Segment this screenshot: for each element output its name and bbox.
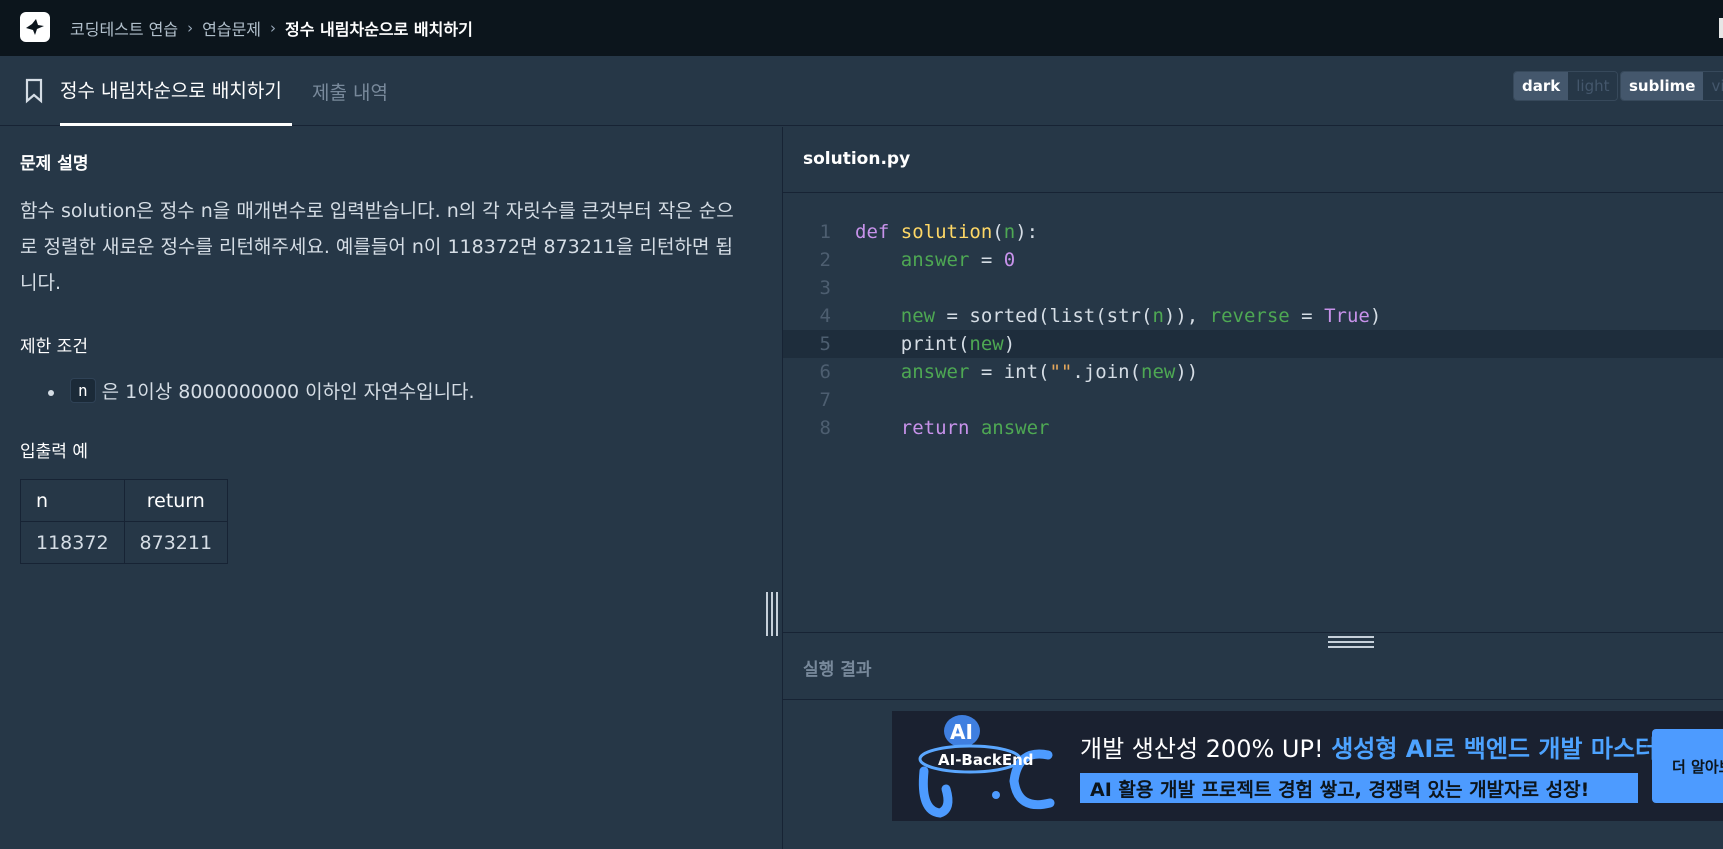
theme-dark-option[interactable]: dark bbox=[1514, 72, 1569, 100]
constraint-text: 은 1이상 8000000000 이하인 자연수입니다. bbox=[101, 381, 475, 403]
constraint-item: n 은 1이상 8000000000 이하인 자연수입니다. bbox=[48, 377, 475, 404]
banner-headline-highlight: 생성형 AI로 백엔드 개발 마스터 bbox=[1331, 735, 1658, 763]
horizontal-resize-handle[interactable] bbox=[1328, 636, 1374, 648]
breadcrumb-item-current: 정수 내림차순으로 배치하기 bbox=[285, 20, 473, 39]
chevron-right-icon: › bbox=[270, 19, 277, 37]
line-number: 8 bbox=[819, 417, 831, 439]
vertical-resize-handle[interactable] bbox=[766, 592, 778, 636]
tab-submissions[interactable]: 제출 내역 bbox=[312, 56, 388, 126]
line-number: 5 bbox=[819, 333, 831, 355]
ai-backend-logo-icon: AI AI-BackEnd bbox=[900, 711, 1060, 821]
banner-headline-plain: 개발 생산성 200% UP! bbox=[1080, 735, 1332, 763]
keymap-vim-option[interactable]: vim bbox=[1703, 72, 1723, 100]
code-line: 3 bbox=[783, 274, 1723, 302]
problem-description: 함수 solution은 정수 n을 매개변수로 입력받습니다. n의 각 자릿… bbox=[20, 200, 734, 294]
code-line: 1 def solution(n): bbox=[783, 218, 1723, 246]
constraints-title: 제한 조건 bbox=[20, 337, 88, 357]
bullet-dot bbox=[48, 390, 54, 396]
table-cell-return: 873211 bbox=[123, 521, 229, 564]
result-label: 실행 결과 bbox=[803, 660, 872, 680]
tab-bar: 정수 내림차순으로 배치하기 제출 내역 dark light sublime … bbox=[0, 56, 1723, 126]
keymap-toggle: sublime vim bbox=[1620, 71, 1723, 101]
code-text: new = sorted(list(str(n)), reverse = Tru… bbox=[900, 305, 1382, 327]
bookmark-icon[interactable] bbox=[24, 78, 44, 104]
code-line: 4 new = sorted(list(str(n)), reverse = T… bbox=[783, 302, 1723, 330]
line-number: 7 bbox=[819, 389, 831, 411]
description-title: 문제 설명 bbox=[20, 154, 89, 174]
line-number: 4 bbox=[819, 305, 831, 327]
code-line-active: 5 print(new) bbox=[783, 330, 1723, 358]
breadcrumb-item-practice[interactable]: 연습문제 bbox=[202, 16, 261, 40]
theme-light-option[interactable]: light bbox=[1568, 72, 1618, 100]
table-cell-n: 118372 bbox=[20, 521, 125, 564]
editor-filename: solution.py bbox=[803, 149, 911, 169]
code-text: def solution(n): bbox=[855, 221, 1039, 243]
svg-text:AI: AI bbox=[950, 720, 973, 744]
result-header: 실행 결과 bbox=[783, 632, 1723, 700]
code-text: print(new) bbox=[855, 333, 1016, 355]
code-line: 6 answer = int("".join(new)) bbox=[783, 358, 1723, 386]
programmers-logo-icon[interactable] bbox=[20, 12, 50, 42]
breadcrumb: 코딩테스트 연습 › 연습문제 › 정수 내림차순으로 배치하기 bbox=[70, 0, 473, 56]
theme-toggle: dark light bbox=[1513, 71, 1619, 101]
keymap-sublime-option[interactable]: sublime bbox=[1621, 72, 1704, 100]
breadcrumb-item-coding-test[interactable]: 코딩테스트 연습 bbox=[70, 16, 178, 40]
table-header-n: n bbox=[20, 479, 125, 522]
table-row: 118372 873211 bbox=[20, 521, 229, 564]
banner-subline: AI 활용 개발 프로젝트 경험 쌓고, 경쟁력 있는 개발자로 성장! bbox=[1080, 773, 1638, 803]
line-number: 2 bbox=[819, 249, 831, 271]
constraint-code: n bbox=[70, 378, 96, 403]
code-editor[interactable]: 1 def solution(n): 2 answer = 0 3 4 new … bbox=[783, 194, 1723, 632]
table-header-return: return bbox=[123, 479, 229, 522]
code-line: 8 return answer bbox=[783, 414, 1723, 442]
problem-panel: 문제 설명 함수 solution은 정수 n을 매개변수로 입력받습니다. n… bbox=[0, 127, 782, 849]
banner-logo-text: AI-BackEnd bbox=[938, 751, 1034, 769]
banner-learn-more-button[interactable]: 더 알아보기 bbox=[1652, 729, 1723, 803]
line-number: 6 bbox=[819, 361, 831, 383]
code-line: 7 bbox=[783, 386, 1723, 414]
line-number: 3 bbox=[819, 277, 831, 299]
banner-headline: 개발 생산성 200% UP! 생성형 AI로 백엔드 개발 마스터 bbox=[1080, 729, 1657, 764]
line-number: 1 bbox=[819, 221, 831, 243]
table-header-row: n return bbox=[20, 479, 229, 522]
top-navigation-bar: 코딩테스트 연습 › 연습문제 › 정수 내림차순으로 배치하기 bbox=[0, 0, 1723, 56]
code-text: return answer bbox=[900, 417, 1050, 439]
ad-banner[interactable]: AI AI-BackEnd 개발 생산성 200% UP! 생성형 AI로 백엔… bbox=[892, 711, 1723, 821]
io-example-title: 입출력 예 bbox=[20, 442, 88, 462]
code-line: 2 answer = 0 bbox=[783, 246, 1723, 274]
tab-problem[interactable]: 정수 내림차순으로 배치하기 bbox=[60, 56, 292, 126]
editor-header: solution.py bbox=[783, 127, 1723, 193]
code-text: answer = int("".join(new)) bbox=[900, 361, 1199, 383]
menu-icon[interactable] bbox=[1719, 18, 1723, 38]
code-text: answer = 0 bbox=[900, 249, 1016, 271]
chevron-right-icon: › bbox=[187, 19, 194, 37]
io-example-table: n return 118372 873211 bbox=[20, 479, 229, 564]
